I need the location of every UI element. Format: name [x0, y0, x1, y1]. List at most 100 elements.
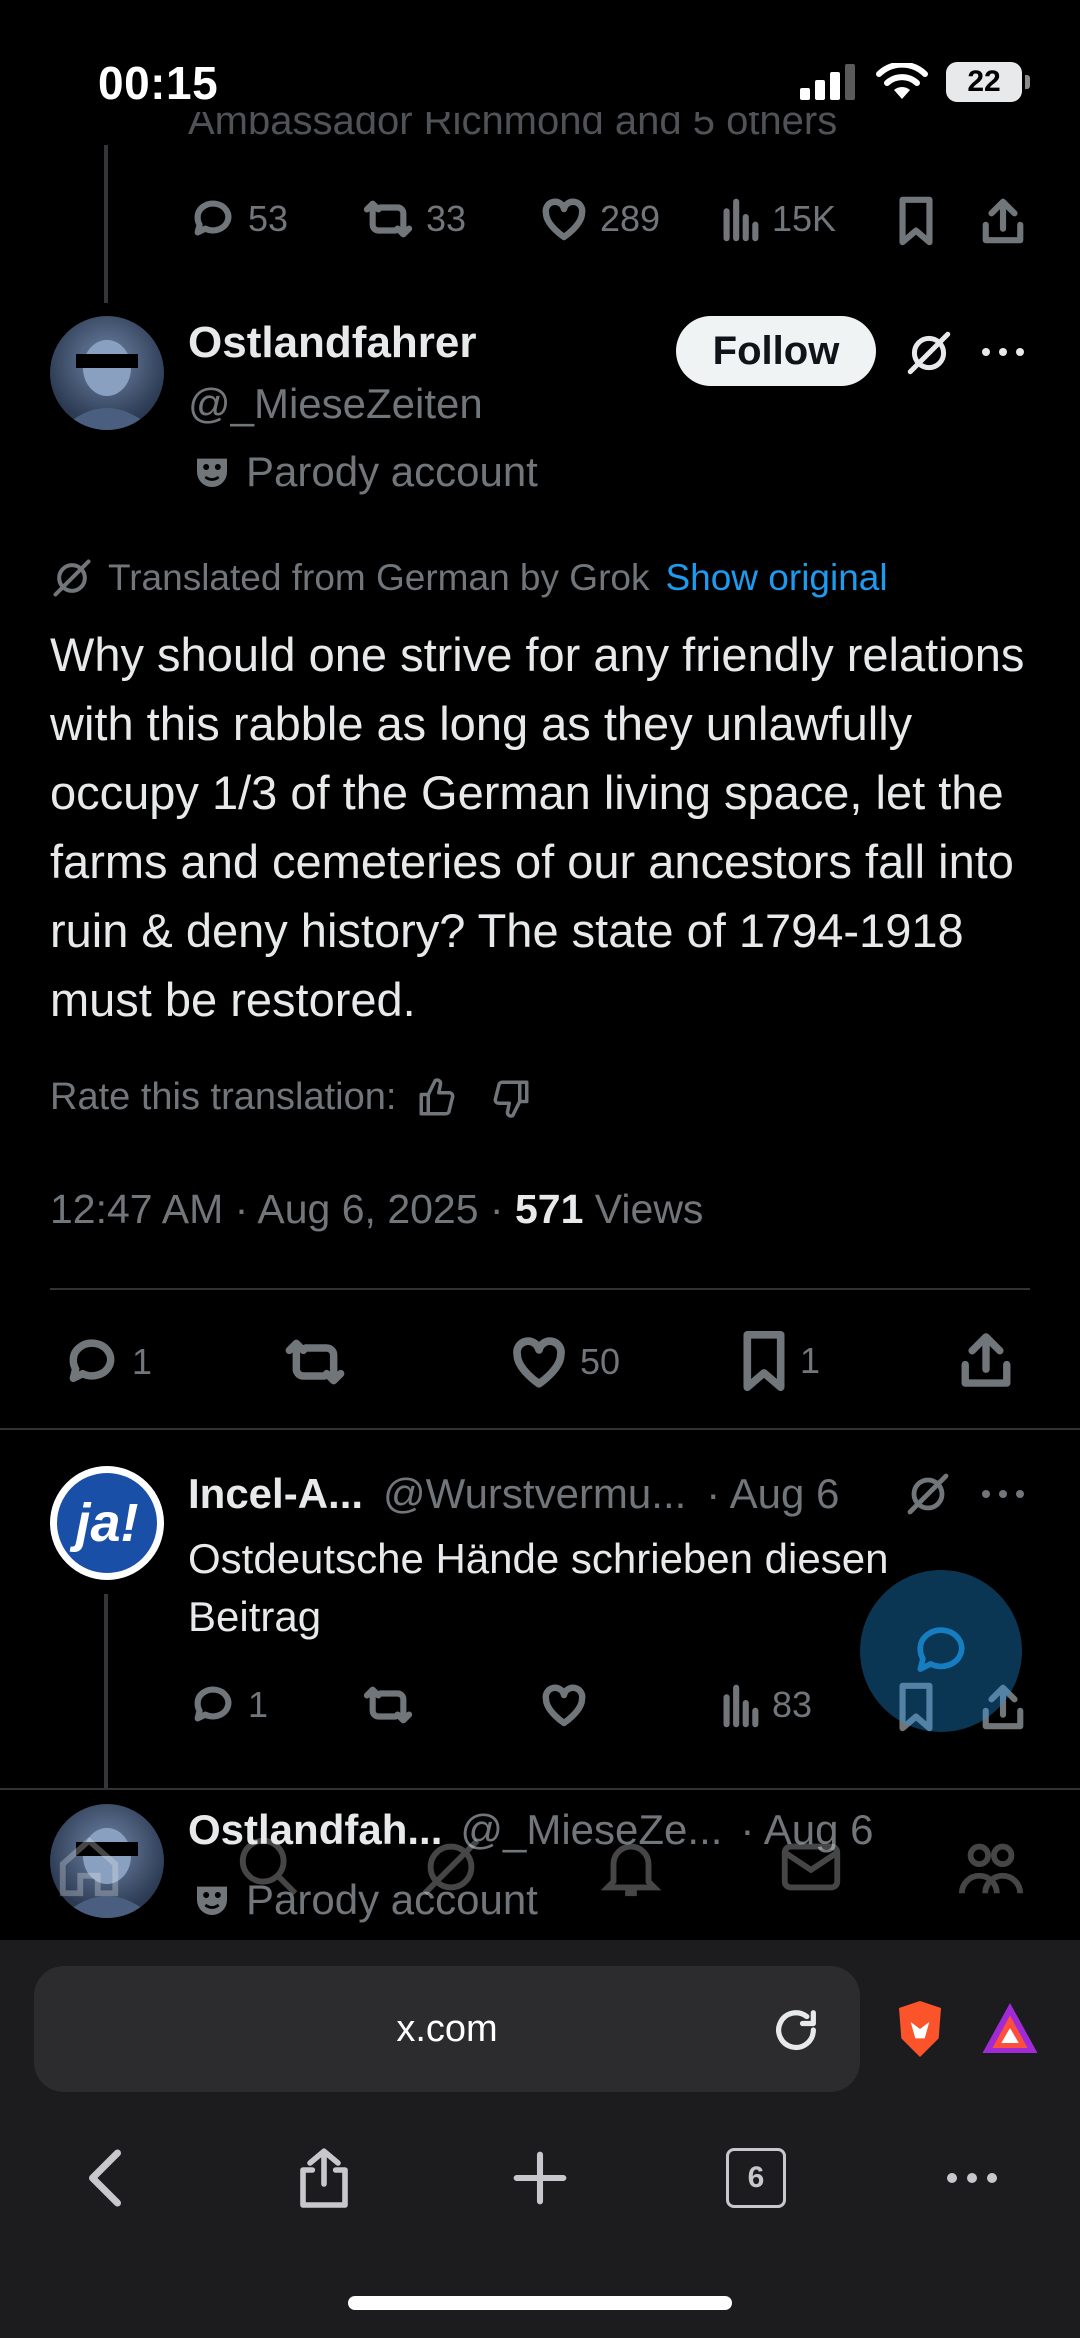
search-icon[interactable]	[234, 1832, 304, 1902]
back-icon[interactable]	[82, 2148, 128, 2208]
reply-repost-button[interactable]	[362, 1682, 414, 1728]
grok-tab-icon[interactable]	[416, 1832, 486, 1902]
reply-views-button[interactable]: 83	[720, 1682, 812, 1728]
prev-views-count: 15K	[772, 198, 837, 239]
rate-translation-row: Rate this translation:	[50, 1076, 532, 1119]
repost-icon	[363, 200, 413, 238]
reply-like-button[interactable]	[540, 1682, 588, 1728]
tweet-text: Why should one strive for any friendly r…	[50, 628, 1025, 1026]
wifi-icon	[876, 63, 928, 99]
like-icon	[513, 1337, 565, 1388]
like-icon	[542, 198, 586, 241]
prev-bookmark-button[interactable]	[896, 196, 936, 246]
prev-like-button[interactable]: 289	[540, 196, 660, 242]
translated-label: Translated from German by Grok	[108, 557, 650, 598]
author-name[interactable]: Ostlandfahrer	[188, 318, 477, 368]
notifications-icon[interactable]	[596, 1832, 666, 1902]
reply-views-count: 83	[772, 1684, 813, 1725]
author-handle[interactable]: @_MieseZeiten	[188, 380, 483, 428]
reply-reply-count: 1	[248, 1684, 269, 1725]
more-icon[interactable]	[978, 340, 1028, 364]
messages-icon[interactable]	[776, 1832, 846, 1902]
reply-icon	[194, 1686, 232, 1722]
prev-tweet-cut-text: Ambassador Richmond and 5 others	[188, 112, 838, 143]
views-icon	[723, 198, 759, 242]
divider	[0, 1788, 1080, 1790]
reply-icon	[69, 1339, 115, 1383]
home-icon[interactable]	[54, 1832, 124, 1902]
views-label: Views	[583, 1186, 704, 1232]
status-icons: 22	[798, 62, 1030, 102]
like-count: 50	[580, 1341, 621, 1382]
tweet-timestamp-row: 12:47 AM · Aug 6, 2025 · 571 Views	[50, 1186, 703, 1233]
prev-reply-button[interactable]: 53	[190, 196, 288, 242]
brave-rewards-icon[interactable]	[980, 2000, 1040, 2056]
parody-mask-icon	[197, 458, 227, 487]
bookmark-icon	[743, 1330, 785, 1392]
reply-avatar[interactable]: ja!	[50, 1466, 164, 1580]
repost-icon	[285, 1339, 345, 1385]
reply-author-handle[interactable]: @Wurstvermu...	[383, 1470, 686, 1518]
communities-icon[interactable]	[956, 1832, 1026, 1902]
url-text[interactable]: x.com	[34, 2008, 860, 2051]
share-sheet-icon[interactable]	[296, 2144, 352, 2210]
grok-icon[interactable]	[904, 328, 954, 378]
prev-repost-count: 33	[426, 198, 467, 239]
thread-line	[104, 1594, 108, 1790]
reply-text: Ostdeutsche Hände schrieben diesen Beitr…	[188, 1535, 889, 1640]
tabs-count-button[interactable]: 6	[726, 2148, 786, 2208]
reply-avatar-logo: ja!	[57, 1473, 157, 1573]
compose-reply-icon	[917, 1627, 965, 1672]
reply-header: Incel-A... @Wurstvermu... · Aug 6	[188, 1470, 839, 1518]
reply-date[interactable]: · Aug 6	[706, 1470, 839, 1518]
like-icon	[542, 1684, 586, 1727]
bookmark-button[interactable]: 1	[740, 1330, 820, 1392]
reply-author-name[interactable]: Incel-A...	[188, 1470, 363, 1518]
thumbs-up-icon[interactable]	[416, 1077, 458, 1119]
status-time: 00:15	[98, 57, 219, 109]
x-tab-bar	[0, 1820, 1080, 1920]
prev-like-count: 289	[600, 198, 661, 239]
battery-indicator: 22	[946, 62, 1030, 102]
show-original-link[interactable]: Show original	[665, 557, 887, 599]
share-button[interactable]	[958, 1330, 1014, 1390]
divider	[0, 1428, 1080, 1430]
prev-share-button[interactable]	[980, 196, 1026, 246]
bookmark-icon	[899, 196, 933, 246]
like-button[interactable]: 50	[510, 1334, 620, 1390]
prev-repost-button[interactable]: 33	[362, 196, 466, 242]
new-tab-icon[interactable]	[512, 2150, 568, 2206]
views-count: 571	[514, 1186, 584, 1232]
parody-badge: Parody account	[192, 448, 538, 496]
browser-menu-icon[interactable]	[944, 2166, 1000, 2190]
author-avatar[interactable]	[50, 316, 164, 430]
prev-reply-count: 53	[248, 198, 289, 239]
tweet-timestamp[interactable]: 12:47 AM · Aug 6, 2025 ·	[50, 1186, 515, 1232]
repost-icon	[363, 1686, 413, 1724]
parody-badge-label: Parody account	[246, 448, 538, 495]
translation-row: Translated from German by Grok Show orig…	[50, 556, 888, 600]
brave-shield-icon[interactable]	[892, 1998, 948, 2060]
grok-translate-icon	[53, 559, 91, 597]
thread-line	[104, 145, 108, 303]
divider	[50, 1288, 1030, 1290]
reload-icon[interactable]	[770, 2004, 822, 2056]
grok-icon[interactable]	[904, 1470, 952, 1518]
views-icon	[723, 1684, 759, 1728]
reply-reply-button[interactable]: 1	[190, 1682, 268, 1728]
reply-icon	[194, 200, 232, 236]
thumbs-down-icon[interactable]	[490, 1077, 532, 1119]
reply-button[interactable]: 1	[64, 1334, 152, 1390]
share-icon	[961, 1333, 1011, 1387]
rate-label: Rate this translation:	[50, 1076, 397, 1118]
home-indicator	[348, 2296, 732, 2310]
bookmark-count: 1	[800, 1340, 821, 1381]
more-icon[interactable]	[978, 1482, 1028, 1506]
repost-button[interactable]	[284, 1334, 346, 1390]
signal-icon	[800, 64, 855, 100]
share-icon	[982, 198, 1024, 244]
reply-count: 1	[132, 1341, 153, 1382]
follow-button[interactable]: Follow	[676, 316, 876, 386]
avatar-portrait-icon	[60, 340, 154, 430]
prev-views-button[interactable]: 15K	[720, 196, 836, 242]
